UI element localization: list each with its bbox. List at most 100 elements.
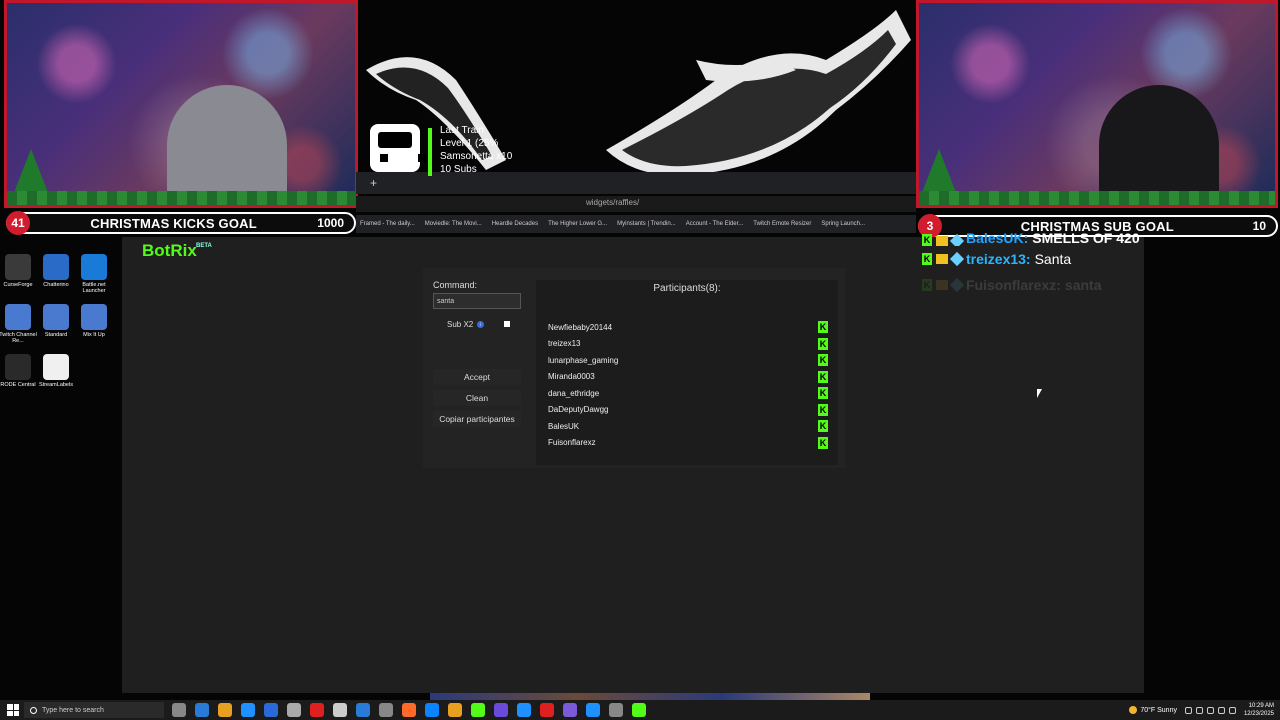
desktop-icon[interactable]: StreamLabels (36, 354, 76, 388)
app-icon (43, 304, 69, 330)
participant-name: DaDeputyDawgg (548, 405, 609, 414)
taskbar-app-icon[interactable] (379, 703, 393, 717)
garland-decoration (919, 191, 1275, 205)
taskbar-app-icon[interactable] (402, 703, 416, 717)
bookmark-item[interactable]: The Higher Lower G... (548, 221, 607, 227)
start-icon[interactable] (7, 704, 19, 716)
tray-app-icon[interactable] (1195, 706, 1203, 714)
taskbar-app-icon[interactable] (218, 703, 232, 717)
taskbar-app-icon[interactable] (264, 703, 278, 717)
participant-name: BalesUK (548, 421, 580, 431)
chat-message: K BalesUK: SMELLS OF 420 (922, 232, 1172, 246)
clock-time: 10:29 AM (1248, 703, 1274, 709)
bookmark-item[interactable]: Twitch Emote Resizer (753, 221, 811, 227)
participant-name: Fuisonflarexz (548, 438, 596, 447)
weather-widget[interactable]: 70°F Sunny (1129, 706, 1177, 714)
chat-text: Santa (1034, 251, 1072, 267)
bookmark-item[interactable]: Moviedle: The Movi... (425, 221, 482, 227)
chat-username: Fuisonflarexz: (966, 277, 1061, 293)
sub-x2-option: Sub X2 i (447, 320, 485, 329)
mouse-cursor (1037, 389, 1042, 398)
desktop-icon-label: Chatterino (43, 282, 69, 288)
bookmark-item[interactable]: Myinstants | Trendin... (617, 221, 676, 227)
participant-row: Newfiebaby20144 K (548, 320, 828, 334)
tray-volume-icon[interactable] (1217, 706, 1225, 714)
taskbar-app-icon[interactable] (356, 703, 370, 717)
kick-badge-icon: K (922, 279, 932, 291)
bookmark-item[interactable]: Account - The Elder... (686, 221, 744, 227)
kick-badge-icon: K (818, 436, 828, 449)
botrix-logo-text: BotRix (142, 241, 197, 260)
app-icon (43, 254, 69, 280)
taskbar-app-icon[interactable] (425, 703, 439, 717)
taskbar-app-icon[interactable] (609, 703, 623, 717)
chat-text: SMELLS OF 420 (1032, 232, 1140, 246)
chat-text: santa (1064, 277, 1102, 293)
botrix-logo[interactable]: BotRix BETA (142, 241, 212, 261)
sub-goal-target: 10 (1252, 219, 1266, 233)
streamer-person-left (167, 85, 287, 205)
kick-badge-icon: K (818, 370, 828, 383)
taskbar-app-icon[interactable] (448, 703, 462, 717)
sub-x2-checkbox[interactable] (504, 321, 510, 327)
kick-badge-icon: K (818, 420, 828, 432)
taskbar-app-icon[interactable] (563, 703, 577, 717)
taskbar-app-icon[interactable] (287, 703, 301, 717)
participant-name: Miranda0003 (548, 372, 595, 381)
participant-row: dana_ethridge K (548, 386, 828, 400)
kicks-goal-target: 1000 (317, 216, 344, 230)
desktop-icon[interactable]: RODE Central (0, 354, 38, 388)
overlay-bottom-strip (430, 693, 870, 700)
participant-row: Fuisonflarexz K (548, 436, 828, 450)
train-icon (370, 124, 426, 172)
taskbar-clock[interactable]: 10:29 AM 12/23/2025 (1244, 702, 1274, 718)
clean-button[interactable]: Clean (433, 390, 521, 406)
desktop-icon[interactable]: Standard (36, 304, 76, 338)
desktop-icon[interactable]: Twitch Channel Re... (0, 304, 38, 344)
taskbar-app-icon[interactable] (540, 703, 554, 717)
command-input[interactable] (433, 293, 521, 309)
browser-address-bar[interactable]: widgets/raffles/ (356, 196, 916, 212)
bookmark-item[interactable]: Heardle Decades (492, 221, 538, 227)
desktop-icon[interactable]: Mix It Up (74, 304, 114, 338)
christmas-tree-icon (13, 149, 49, 195)
train-contributor: Samsonetta x10 (440, 151, 513, 162)
kick-badge-icon: K (818, 403, 828, 416)
desktop-icon-label: RODE Central (0, 382, 36, 388)
tray-network-icon[interactable] (1206, 706, 1214, 714)
desktop-icon-label: Battle.net Launcher (82, 282, 106, 294)
taskbar-app-icon[interactable] (310, 703, 324, 717)
chat-message: Ktreizex13: Santa (922, 246, 1172, 272)
tray-battery-icon[interactable] (1228, 706, 1236, 714)
taskbar-app-icon[interactable] (632, 703, 646, 717)
app-icon (81, 254, 107, 280)
taskbar-app-icon[interactable] (195, 703, 209, 717)
accept-button[interactable]: Accept (433, 369, 521, 385)
url-text: widgets/raffles/ (586, 198, 640, 207)
participant-row: BalesUK K (548, 419, 828, 433)
taskbar-search-box[interactable]: Type here to search (24, 702, 164, 718)
info-icon[interactable]: i (477, 321, 485, 328)
kick-badge-icon: K (922, 234, 932, 246)
bookmark-item[interactable]: Spring Launch... (821, 221, 865, 227)
participants-title: Participants(8): (653, 283, 721, 294)
taskbar-app-icon[interactable] (471, 703, 485, 717)
participant-row: treizex13 K (548, 337, 828, 351)
copy-participants-button[interactable]: Copiar participantes (433, 411, 521, 427)
participants-list: Participants(8): Newfiebaby20144 K treizex… (536, 280, 838, 465)
taskbar-app-icon[interactable] (586, 703, 600, 717)
taskbar-app-icon[interactable] (333, 703, 347, 717)
desktop-icon[interactable]: Chatterino (36, 254, 76, 288)
desktop-icon-label: StreamLabels (39, 382, 73, 388)
christmas-tree-icon (921, 149, 957, 195)
taskbar-app-icon[interactable] (241, 703, 255, 717)
taskbar-app-icon[interactable] (494, 703, 508, 717)
bookmark-item[interactable]: Framed - The daily... (360, 221, 415, 227)
taskbar-app-icon[interactable] (172, 703, 186, 717)
desktop-icon[interactable]: Battle.net Launcher (74, 254, 114, 294)
new-tab-icon[interactable]: + (370, 176, 377, 190)
tray-chevron-icon[interactable] (1184, 706, 1192, 714)
desktop-icon[interactable]: CurseForge (0, 254, 38, 288)
gem-badge-icon (949, 251, 965, 267)
taskbar-app-icon[interactable] (517, 703, 531, 717)
